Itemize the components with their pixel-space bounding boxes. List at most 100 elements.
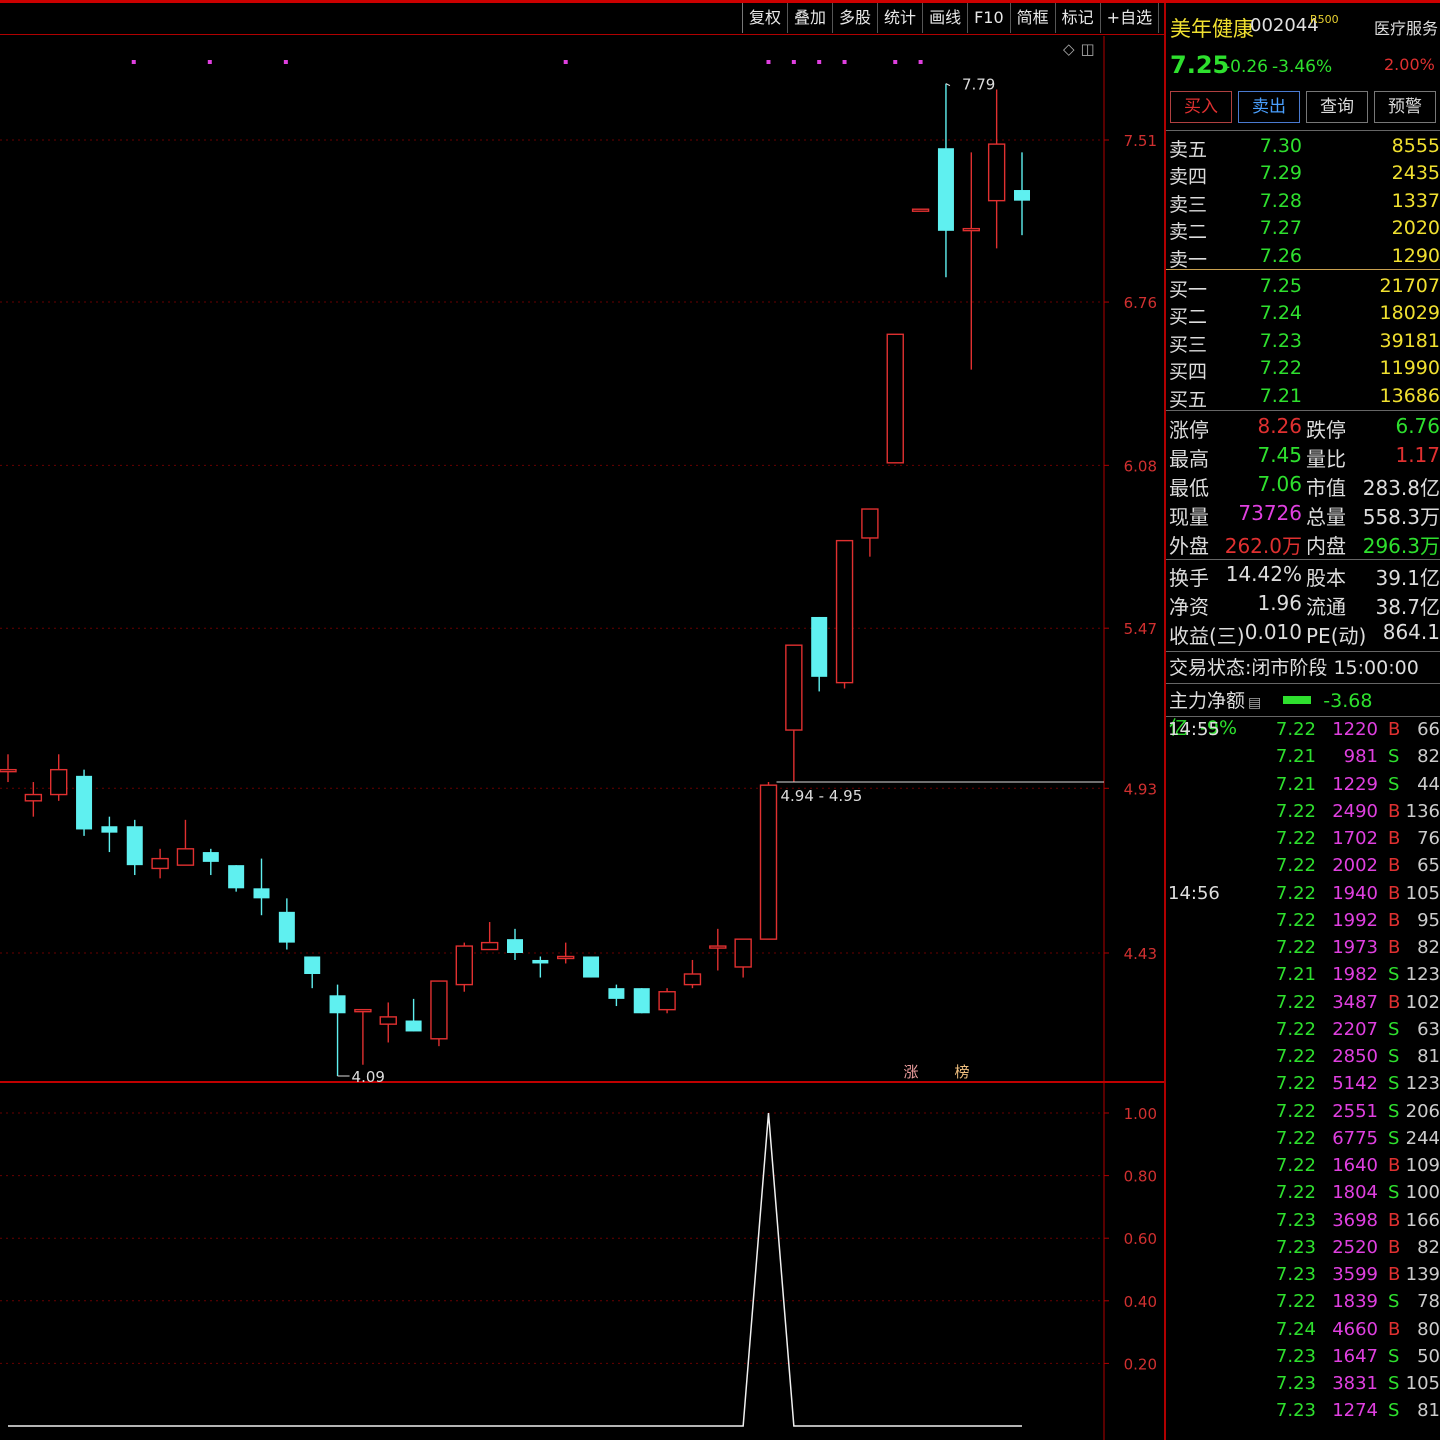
ask-row[interactable]: 卖二 7.27 2020 [1166, 215, 1440, 243]
ask-row[interactable]: 卖三 7.28 1337 [1166, 188, 1440, 216]
tick-row: 7.23 3599 B 139 [1166, 1263, 1440, 1290]
indicator-axis-label: 1.00 [1124, 1105, 1157, 1123]
stat-row: 外盘 262.0万 内盘 296.3万 [1166, 528, 1440, 558]
ask-row[interactable]: 卖四 7.29 2435 [1166, 160, 1440, 188]
trade-status: 交易状态:闭市阶段 15:00:00 [1169, 653, 1419, 680]
candle-body [811, 616, 828, 677]
tick-price: 7.22 [1275, 937, 1316, 958]
stat-row: 净资 1.96 流通 38.7亿 [1166, 589, 1440, 619]
tick-side: B [1388, 1318, 1401, 1340]
level-price: 7.26 [1259, 244, 1302, 267]
stat-value: 558.3万 [1362, 505, 1440, 529]
price-axis-label: 4.43 [1124, 945, 1157, 963]
tick-count: 82 [1417, 746, 1440, 768]
level-volume: 39181 [1379, 329, 1440, 352]
stat-row: 换手 14.42% 股本 39.1亿 [1166, 560, 1440, 590]
signal-dot [791, 60, 796, 64]
level-label: 卖五 [1169, 139, 1208, 161]
tick-count: 100 [1405, 1182, 1440, 1204]
candle-body [658, 991, 676, 1011]
tick-row: 7.22 1702 B 76 [1166, 827, 1440, 854]
tick-volume: 1992 [1332, 909, 1378, 931]
tick-side: S [1388, 1127, 1400, 1149]
signal-dot [563, 60, 568, 64]
level-label: 买一 [1169, 279, 1208, 301]
candle-body [987, 143, 1006, 202]
tick-time: 14:56 [1168, 882, 1220, 904]
level-price: 7.27 [1259, 217, 1302, 240]
bid-row[interactable]: 买四 7.22 11990 [1166, 355, 1440, 383]
candle-body [202, 852, 219, 862]
query-button[interactable]: 查询 [1306, 91, 1368, 123]
candle-body [405, 1020, 422, 1032]
stat-label: 最低 [1169, 476, 1209, 500]
bid-row[interactable]: 买五 7.21 13686 [1166, 383, 1440, 411]
sell-button[interactable]: 卖出 [1238, 91, 1300, 123]
stat-label: 内盘 [1306, 534, 1346, 558]
buy-button[interactable]: 买入 [1170, 91, 1232, 123]
tick-volume: 3831 [1332, 1373, 1378, 1394]
tick-side: B [1388, 1264, 1401, 1285]
tick-count: 102 [1405, 991, 1440, 1013]
stock-terminal-window: 复权叠加多股统计画线F10简框标记+自选返回 ◇ ◫ 7.516.766.085… [0, 0, 1440, 1440]
tick-volume: 1982 [1332, 964, 1378, 986]
candle-body [278, 911, 295, 943]
limit-up-marker: 涨 [903, 1063, 918, 1081]
tick-volume: 2551 [1332, 1100, 1378, 1122]
tick-price: 7.21 [1275, 746, 1316, 768]
price-axis-label: 6.08 [1124, 457, 1157, 475]
candle-body [151, 857, 169, 870]
trade-actions: 买入 卖出 查询 预警 [1170, 91, 1436, 123]
tick-side: S [1388, 1345, 1400, 1367]
tick-volume: 1702 [1332, 828, 1378, 849]
doc-icon[interactable]: ▤ [1248, 695, 1261, 711]
tick-price: 7.22 [1275, 828, 1316, 849]
candle-body [759, 784, 778, 940]
candle-body [911, 208, 930, 212]
tick-side: B [1388, 828, 1401, 849]
bid-row[interactable]: 买二 7.24 18029 [1166, 300, 1440, 328]
tick-side: S [1388, 773, 1400, 795]
price-axis-label: 7.51 [1124, 132, 1157, 150]
candle-body [886, 333, 904, 464]
tick-volume: 981 [1343, 746, 1378, 768]
tick-volume: 6775 [1332, 1127, 1378, 1149]
tick-list[interactable]: 14:55 7.22 1220 B 66 7.21 981 S 82 7.21 1229 S 44 7.2… [1166, 718, 1440, 1427]
tick-count: 66 [1417, 719, 1440, 740]
price-change: -0.26 [1224, 57, 1268, 77]
industry-label[interactable]: 医疗服务 [1374, 15, 1438, 39]
candle-body [379, 1016, 397, 1025]
level-volume: 2020 [1391, 217, 1440, 240]
tick-row: 7.22 2850 S 81 [1166, 1045, 1440, 1072]
alert-button[interactable]: 预警 [1374, 91, 1436, 123]
tick-count: 123 [1405, 1073, 1440, 1095]
candle-body [709, 945, 727, 949]
tick-count: 95 [1417, 909, 1440, 931]
stat-row: 现量 73726 总量 558.3万 [1166, 499, 1440, 529]
signal-dot [207, 60, 212, 64]
stat-label: 流通 [1306, 595, 1346, 619]
tick-row: 7.24 4660 B 80 [1166, 1318, 1440, 1345]
chart-area[interactable]: 复权叠加多股统计画线F10简框标记+自选返回 ◇ ◫ 7.516.766.085… [0, 0, 1204, 1440]
ask-row[interactable]: 卖五 7.30 8555 [1166, 133, 1440, 161]
tick-side: S [1388, 1018, 1400, 1040]
stat-value: 283.8亿 [1362, 476, 1440, 500]
tick-side: B [1388, 1155, 1401, 1176]
bid-row[interactable]: 买一 7.25 21707 [1166, 273, 1440, 301]
tick-row: 7.22 6775 S 244 [1166, 1127, 1440, 1154]
candle-body [455, 945, 473, 986]
candle-body [24, 793, 43, 802]
candle-body [354, 1008, 372, 1013]
tick-side: S [1388, 964, 1400, 986]
stat-row: 收益(三) 0.010 PE(动) 864.1 [1166, 618, 1440, 648]
ask-row[interactable]: 卖一 7.26 1290 [1166, 243, 1440, 271]
bid-row[interactable]: 买三 7.23 39181 [1166, 328, 1440, 356]
stat-label: 总量 [1306, 505, 1346, 529]
tick-volume: 2002 [1332, 855, 1378, 877]
kline-chart[interactable]: 7.51 6.76 6.08 5.47 4.93 4.43 7.79 4.09 4.94 - 4… [0, 0, 1164, 1440]
level-label: 买五 [1169, 388, 1208, 411]
range-annotation: 4.94 - 4.95 [781, 787, 863, 805]
main-flow-label: 主力净额 [1169, 690, 1246, 712]
candle-body [785, 644, 803, 731]
stat-value: 14.42% [1225, 562, 1302, 586]
